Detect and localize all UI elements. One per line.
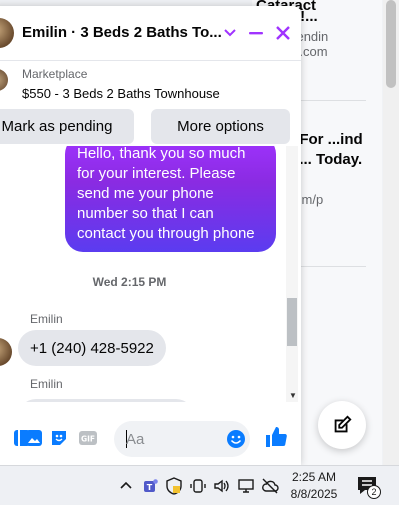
gif-icon[interactable]: GIF [78,428,98,448]
message-timestamp: Wed 2:15 PM [92,275,167,289]
svg-text:GIF: GIF [81,435,95,444]
scroll-down-arrow-icon[interactable]: ▼ [289,391,297,400]
thumbs-up-icon[interactable] [264,425,288,449]
emoji-icon[interactable] [226,429,246,449]
incoming-message[interactable]: +1 (240) 428-5922 [18,330,166,366]
shield-icon[interactable] [165,477,183,495]
listing-label: Marketplace [22,67,88,81]
chevron-down-icon[interactable] [222,24,238,40]
more-options-button[interactable]: More options [151,109,290,144]
compose-icon [334,415,352,433]
chevron-up-icon[interactable] [117,477,135,495]
clock-date[interactable]: 8/8/2025 [287,486,341,502]
minimize-icon[interactable] [247,24,265,42]
chat-title[interactable]: Emilin · 3 Beds 2 Baths To... [22,24,222,41]
windows-taskbar: T 2:25 AM 8/8/2025 2 [0,465,399,505]
wifi-device-icon[interactable] [189,477,207,495]
sender-name: Emilin [30,312,63,326]
close-icon[interactable] [274,24,292,42]
outgoing-message[interactable]: Hello, thank you so much for your intere… [65,146,276,252]
mark-as-pending-button[interactable]: Mark as pending [0,109,134,144]
avatar[interactable] [0,338,12,366]
notification-count-badge: 2 [367,485,381,499]
chat-header: Emilin · 3 Beds 2 Baths To... [0,6,301,61]
sender-name: Emilin [30,377,63,391]
display-icon[interactable] [237,477,255,495]
listing-title: $550 - 3 Beds 2 Baths Townhouse [22,86,220,101]
photo-icon[interactable] [24,428,44,448]
volume-icon[interactable] [213,477,231,495]
message-input[interactable] [126,421,224,457]
teams-icon[interactable]: T [141,477,159,495]
sticker-icon[interactable] [49,428,69,448]
chat-scrollbar-thumb[interactable] [287,298,297,346]
avatar[interactable] [0,18,14,48]
page-scrollbar-thumb[interactable] [386,0,396,88]
message-input-box[interactable] [114,421,250,457]
clock-time[interactable]: 2:25 AM [287,469,341,485]
cloud-offline-icon[interactable] [261,477,279,495]
marketplace-listing[interactable]: Marketplace $550 - 3 Beds 2 Baths Townho… [0,61,301,107]
svg-text:T: T [147,483,153,492]
incoming-message[interactable] [18,399,194,402]
listing-thumbnail [0,69,8,91]
messenger-chat-window: Emilin · 3 Beds 2 Baths To... Marketplac… [0,6,301,465]
new-message-button[interactable] [318,401,366,449]
message-list[interactable]: Hello, thank you so much for your intere… [0,146,288,402]
message-composer: GIF [0,410,301,462]
chat-scrollbar[interactable] [286,146,298,402]
